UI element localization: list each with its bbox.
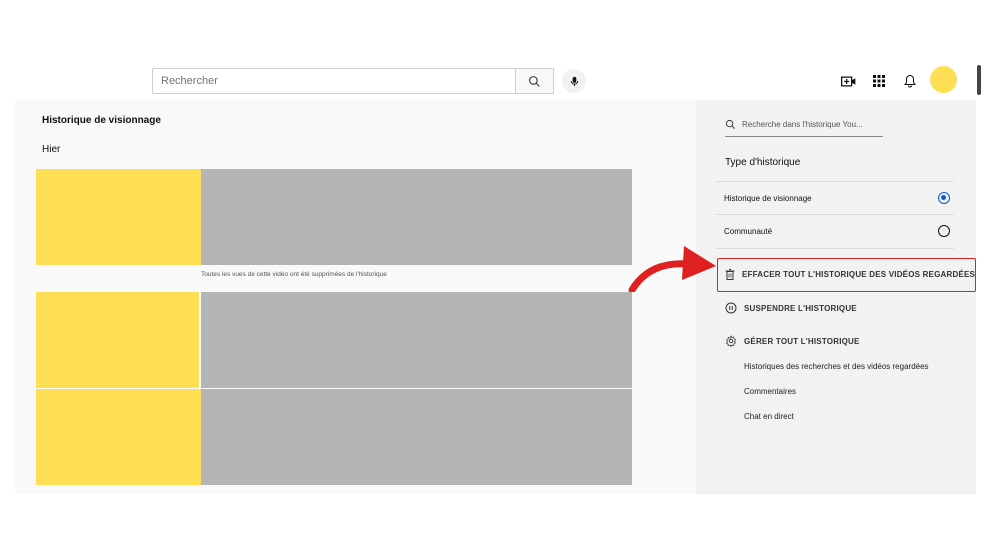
pause-icon: [725, 302, 737, 314]
divider: [716, 181, 954, 182]
history-type-label: Communauté: [724, 226, 773, 236]
avatar[interactable]: [930, 66, 957, 93]
sublink-live-chat[interactable]: Chat en direct: [744, 412, 794, 421]
gear-icon: [725, 335, 737, 347]
search-button[interactable]: [515, 68, 554, 94]
notifications-button[interactable]: [900, 71, 920, 91]
red-arrow-annotation: [628, 246, 716, 292]
apps-button[interactable]: [869, 71, 889, 91]
history-type-heading: Type d'historique: [725, 157, 801, 168]
video-thumbnail[interactable]: [36, 389, 201, 485]
manage-history-button[interactable]: GÉRER TOUT L'HISTORIQUE: [725, 331, 860, 351]
video-item[interactable]: [36, 169, 632, 265]
history-type-community[interactable]: Communauté: [724, 216, 950, 246]
video-thumbnail[interactable]: [36, 169, 201, 265]
pause-history-button[interactable]: SUSPENDRE L'HISTORIQUE: [725, 298, 857, 318]
page-title: Historique de visionnage: [42, 115, 161, 126]
scrollbar[interactable]: [977, 65, 981, 95]
history-sidebar: Recherche dans l'historique You... Type …: [696, 100, 976, 494]
manage-history-label: GÉRER TOUT L'HISTORIQUE: [744, 336, 860, 346]
sublink-comments[interactable]: Commentaires: [744, 387, 796, 396]
day-section-label: Hier: [42, 144, 61, 155]
radio-unselected-icon[interactable]: [938, 225, 950, 237]
video-item[interactable]: [36, 292, 632, 388]
voice-search-button[interactable]: [562, 69, 586, 93]
history-search-placeholder: Recherche dans l'historique You...: [742, 120, 863, 129]
pause-history-label: SUSPENDRE L'HISTORIQUE: [744, 303, 857, 313]
video-thumbnail[interactable]: [36, 292, 201, 388]
history-feed: Historique de visionnage Hier Toutes les…: [15, 100, 696, 494]
highlight-box: [717, 258, 976, 292]
divider: [716, 214, 954, 215]
removed-notice: Toutes les vues de cette vidéo ont été s…: [201, 271, 387, 278]
history-search-field[interactable]: Recherche dans l'historique You...: [725, 113, 883, 137]
radio-selected-icon[interactable]: [938, 192, 950, 204]
divider: [716, 248, 954, 249]
video-item[interactable]: [36, 389, 632, 485]
create-button[interactable]: [838, 71, 858, 91]
search-icon: [529, 75, 540, 87]
history-type-label: Historique de visionnage: [724, 193, 812, 203]
notifications-bell-icon: [904, 74, 916, 88]
search-input[interactable]: [152, 68, 516, 94]
history-type-watch[interactable]: Historique de visionnage: [724, 183, 950, 213]
search-icon: [725, 119, 735, 129]
sublink-search-watch-history[interactable]: Historiques des recherches et des vidéos…: [744, 362, 929, 371]
microphone-icon: [570, 76, 578, 86]
create-video-icon: [840, 76, 855, 86]
apps-grid-icon: [873, 75, 885, 87]
